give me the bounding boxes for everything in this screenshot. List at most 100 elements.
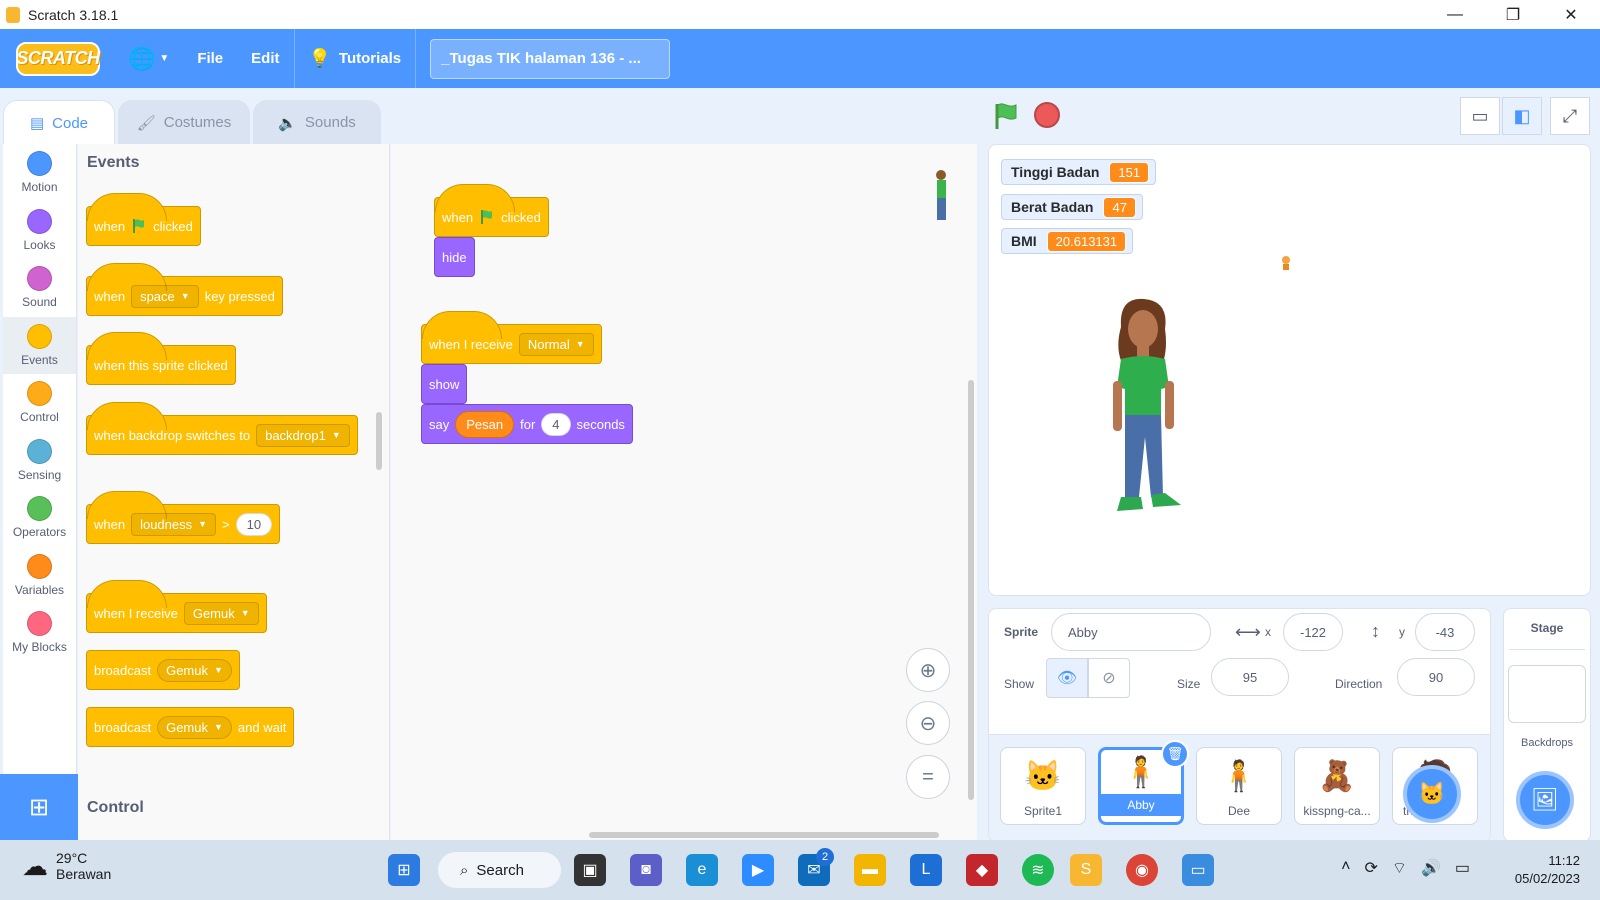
sprite-tile-sprite1[interactable]: 🐱 Sprite1: [1000, 747, 1086, 825]
backdrop-dropdown[interactable]: backdrop1 ▼: [256, 423, 350, 447]
threshold-input[interactable]: 10: [235, 512, 273, 536]
close-button[interactable]: ✕: [1542, 0, 1600, 29]
tab-code[interactable]: ▤ Code: [3, 100, 115, 145]
stage-target-panel[interactable]: Stage Backdrops 🖼: [1503, 608, 1591, 842]
stop-button[interactable]: [1034, 102, 1060, 128]
y-input[interactable]: -43: [1415, 613, 1475, 651]
stage-thumbnail[interactable]: [1508, 665, 1586, 723]
category-sensing[interactable]: Sensing: [3, 432, 76, 490]
taskbar-search[interactable]: ⌕ Search: [438, 852, 561, 888]
block-when-backdrop-switches[interactable]: when backdrop switches to backdrop1 ▼: [86, 402, 358, 455]
broadcast-wait-dropdown[interactable]: Gemuk ▼: [157, 715, 232, 739]
clock[interactable]: 11:12 05/02/2023: [1515, 852, 1580, 888]
seconds-input[interactable]: 4: [541, 412, 571, 436]
sensor-dropdown[interactable]: loudness ▼: [131, 512, 217, 536]
scratch-logo[interactable]: SCRATCH: [16, 41, 100, 76]
small-sprite[interactable]: [1279, 255, 1293, 271]
sprite-name-input[interactable]: Abby: [1051, 613, 1211, 651]
tutorials-menu[interactable]: 💡 Tutorials: [295, 29, 416, 88]
category-events[interactable]: Events: [3, 316, 76, 374]
minimize-button[interactable]: —: [1426, 0, 1484, 29]
category-motion[interactable]: Motion: [3, 144, 76, 202]
scratch-taskbar-icon[interactable]: S: [1070, 854, 1102, 886]
block-when-i-receive[interactable]: when I receive Gemuk ▼: [86, 580, 267, 633]
block-when-greater-than[interactable]: when loudness ▼ > 10: [86, 491, 281, 544]
key-dropdown[interactable]: space ▼: [131, 284, 199, 308]
zoom-app-icon[interactable]: ▶: [742, 854, 774, 886]
edge-browser-icon[interactable]: e: [686, 854, 718, 886]
broadcast-dropdown[interactable]: Gemuk ▼: [157, 658, 232, 682]
girl-icon: 🧍: [1122, 755, 1160, 789]
category-variables[interactable]: Variables: [3, 547, 76, 605]
language-menu[interactable]: 🌐 ▼: [100, 29, 183, 88]
file-menu[interactable]: File: [183, 29, 237, 88]
tab-costumes[interactable]: 🖌 Costumes: [118, 100, 250, 144]
block-when-flag-clicked[interactable]: when clicked: [86, 193, 201, 246]
x-input[interactable]: -122: [1283, 613, 1343, 651]
project-title-input[interactable]: _Tugas TIK halaman 136 - ...: [430, 38, 671, 79]
block-when-key-pressed[interactable]: when space ▼ key pressed: [86, 263, 283, 316]
spotify-icon[interactable]: ≋: [1022, 854, 1054, 886]
delete-sprite-button[interactable]: 🗑: [1161, 740, 1189, 768]
zoom-reset-button[interactable]: =: [906, 755, 950, 799]
category-control[interactable]: Control: [3, 374, 76, 432]
sprite-tile-abby[interactable]: 🧍 Abby 🗑: [1098, 740, 1189, 825]
remote-desktop-icon[interactable]: ▭: [1182, 854, 1214, 886]
workspace-vertical-scrollbar[interactable]: [968, 380, 974, 800]
file-explorer-icon[interactable]: ▬: [854, 854, 886, 886]
zoom-out-button[interactable]: ⊖: [906, 701, 950, 745]
category-my-blocks[interactable]: My Blocks: [3, 604, 76, 662]
volume-icon[interactable]: 🔊: [1421, 858, 1441, 878]
variable-reporter[interactable]: Pesan: [455, 410, 515, 438]
sync-icon[interactable]: ⟳: [1365, 858, 1378, 878]
category-looks[interactable]: Looks: [3, 202, 76, 260]
category-dot: [27, 381, 52, 407]
script-say-for-seconds-block[interactable]: say Pesan for 4 seconds: [421, 404, 633, 444]
abby-sprite[interactable]: [1099, 297, 1189, 537]
add-backdrop-button[interactable]: 🖼: [1516, 771, 1574, 829]
green-flag-button[interactable]: [992, 102, 1020, 130]
large-stage-button[interactable]: ◧: [1502, 97, 1542, 135]
weather-widget[interactable]: ☁ 29°C Berawan: [22, 850, 111, 882]
zoom-in-button[interactable]: ⊕: [906, 648, 950, 692]
l-app-icon[interactable]: L: [910, 854, 942, 886]
stage-canvas[interactable]: Tinggi Badan 151 Berat Badan 47 BMI 20.6…: [988, 144, 1591, 596]
mail-icon[interactable]: ✉ 2: [798, 848, 834, 886]
block-broadcast[interactable]: broadcast Gemuk ▼: [86, 650, 240, 690]
chrome-icon[interactable]: ◉: [1126, 854, 1158, 886]
script-hide-block[interactable]: hide: [434, 237, 475, 277]
block-broadcast-and-wait[interactable]: broadcast Gemuk ▼ and wait: [86, 707, 295, 747]
small-stage-button[interactable]: ▭: [1460, 97, 1500, 135]
script-show-block[interactable]: show: [421, 364, 468, 404]
direction-input[interactable]: 90: [1397, 658, 1475, 696]
sprite-tile-kisspng[interactable]: 🧸 kisspng-ca...: [1294, 747, 1380, 825]
windows-start-icon[interactable]: ⊞: [388, 854, 420, 886]
fullscreen-button[interactable]: ⤢: [1550, 97, 1590, 135]
category-operators[interactable]: Operators: [3, 489, 76, 547]
add-extension-button[interactable]: ⊞: [0, 774, 78, 840]
script-workspace[interactable]: when clicked hide when I receive Normal ▼…: [391, 144, 977, 840]
teams-chat-icon[interactable]: ◙: [630, 854, 662, 886]
receive-message-dropdown[interactable]: Normal ▼: [518, 332, 594, 356]
edit-menu[interactable]: Edit: [237, 29, 293, 88]
workspace-horizontal-scrollbar[interactable]: [589, 832, 939, 838]
battery-icon[interactable]: ▭: [1455, 858, 1470, 878]
palette-scrollbar[interactable]: [376, 412, 382, 470]
script-when-flag-clicked[interactable]: when clicked: [434, 184, 549, 237]
show-hidden-button[interactable]: ⊘: [1088, 658, 1130, 698]
restore-button[interactable]: ❐: [1484, 0, 1542, 29]
tab-sounds[interactable]: 🔈 Sounds: [253, 100, 381, 144]
wifi-icon[interactable]: ⌔: [1392, 858, 1407, 878]
category-sound[interactable]: Sound: [3, 259, 76, 317]
message-dropdown[interactable]: Gemuk ▼: [183, 601, 259, 625]
sprite-tile-dee[interactable]: 🧍 Dee: [1196, 747, 1282, 825]
task-view-icon[interactable]: ▣: [574, 854, 606, 886]
mcafee-icon[interactable]: ◆: [966, 854, 998, 886]
add-sprite-button[interactable]: 🐱: [1403, 765, 1461, 823]
size-input[interactable]: 95: [1211, 658, 1289, 696]
block-when-sprite-clicked[interactable]: when this sprite clicked: [86, 332, 236, 385]
show-visible-button[interactable]: 👁: [1046, 658, 1088, 698]
script-when-i-receive[interactable]: when I receive Normal ▼: [421, 311, 602, 364]
chevron-up-icon[interactable]: ˄: [1341, 858, 1350, 878]
monitor-value: 47: [1103, 196, 1136, 218]
